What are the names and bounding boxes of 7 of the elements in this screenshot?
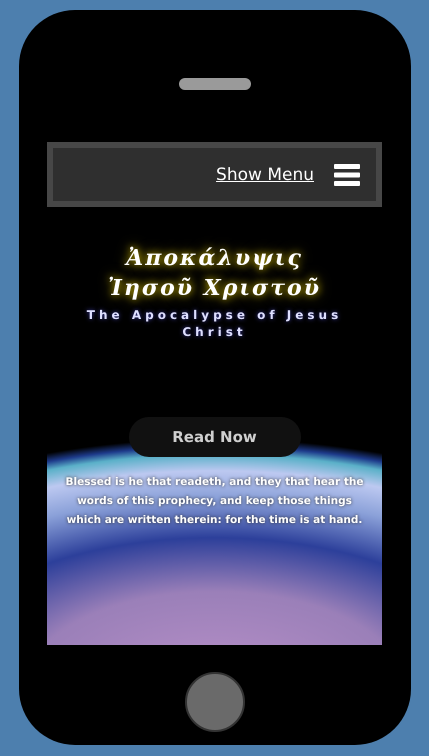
show-menu-link[interactable]: Show Menu: [216, 164, 314, 184]
greek-title: Ἀποκάλυψις Ἰησοῦ Χριστοῦ: [107, 244, 322, 303]
read-now-button[interactable]: Read Now: [128, 417, 300, 457]
quote-text: Blessed is he that readeth, and they that hear the words of this prophecy, and keep those things which are written therein: for the time is at hand.: [64, 475, 364, 528]
menu-icon[interactable]: [334, 164, 360, 186]
speaker-slot: [178, 78, 250, 90]
subtitle: The Apocalypse of Jesus Christ: [86, 307, 344, 341]
